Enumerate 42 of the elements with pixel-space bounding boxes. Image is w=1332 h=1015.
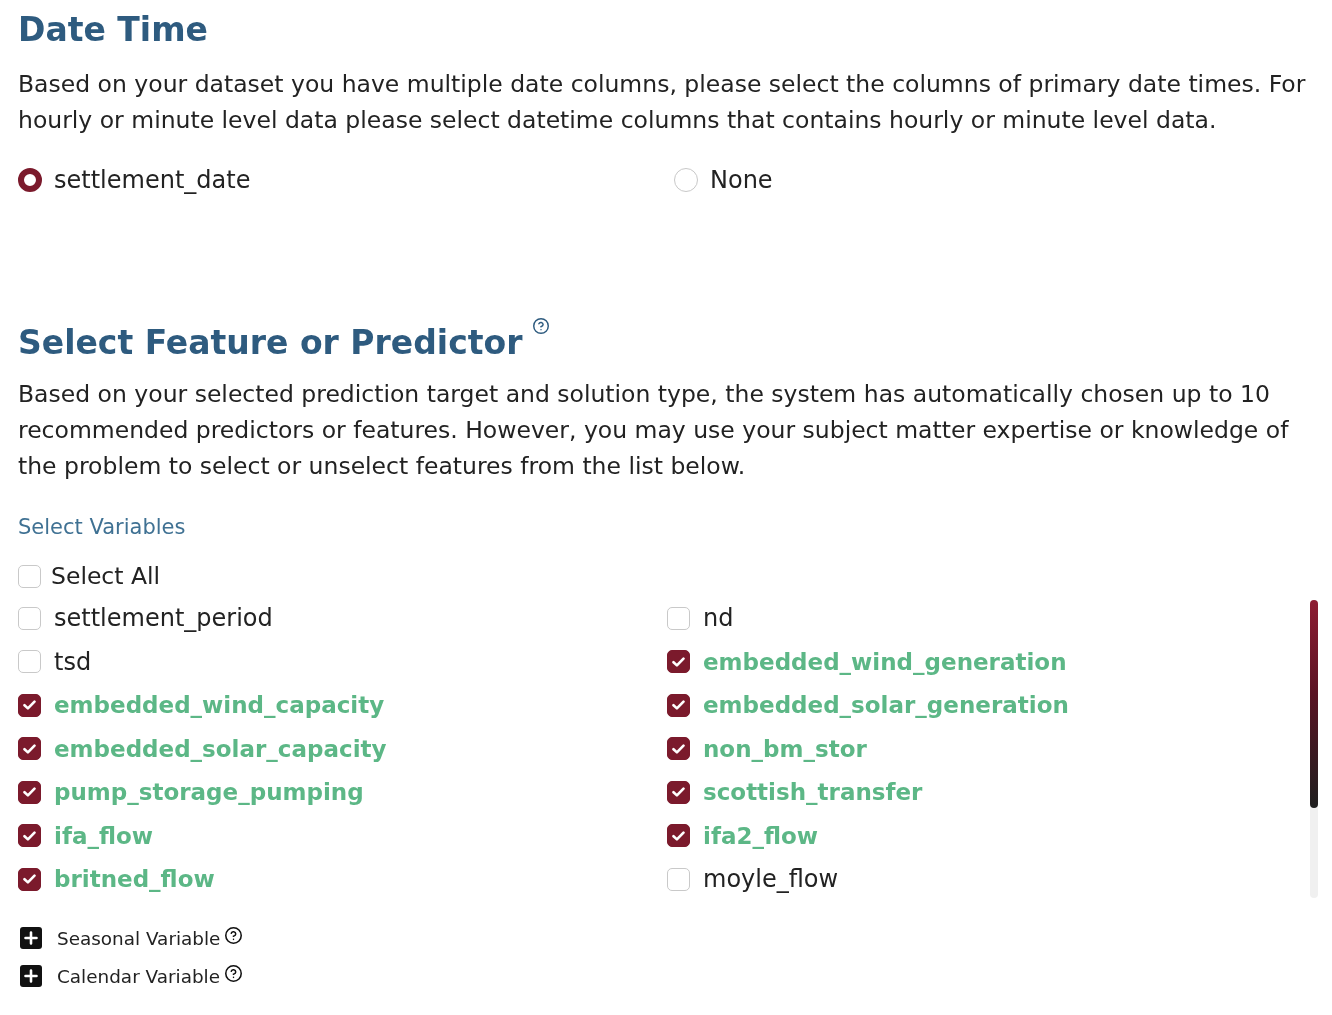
checkbox[interactable] xyxy=(667,650,690,673)
radio-button[interactable] xyxy=(18,168,42,192)
checkbox[interactable] xyxy=(18,867,41,891)
scrollbar-track[interactable] xyxy=(1310,600,1318,898)
tick-icon xyxy=(23,743,36,754)
tick-icon xyxy=(672,830,685,841)
section-title: Date Time xyxy=(18,9,208,51)
tick-icon xyxy=(672,700,685,710)
help-icon[interactable] xyxy=(225,964,242,982)
checkbox[interactable] xyxy=(18,737,41,760)
variable-label[interactable]: moyle_flow xyxy=(703,861,839,897)
option-label[interactable]: None xyxy=(710,162,773,198)
checkbox[interactable] xyxy=(18,693,41,717)
tick-icon xyxy=(23,874,36,884)
description-text: Based on your dataset you have multiple date columns, please select the columns of primary date times. For hourly or minute level data please select datetime columns that contains hourly or minute level data. xyxy=(18,69,1307,136)
section-title: Select Feature or Predictor xyxy=(18,322,523,364)
tick-icon xyxy=(23,830,36,841)
checkbox[interactable] xyxy=(667,780,690,804)
checkbox[interactable] xyxy=(667,824,690,847)
section-toggle[interactable]: Calendar Variable xyxy=(18,957,242,995)
tick-icon xyxy=(672,656,685,667)
help-icon[interactable] xyxy=(533,318,550,334)
subheading: Select Variables xyxy=(18,514,187,541)
tick-icon xyxy=(672,743,685,754)
tick-icon xyxy=(23,787,36,797)
description-text: Based on your selected prediction target and solution type, the system has automatically chosen up to 10 recommended predictors or features. However, you may use your subject matter expertise or knowledge of the problem to select or unselect features from the list below. xyxy=(18,379,1290,482)
variable-label[interactable]: nd xyxy=(703,600,734,636)
checkbox[interactable] xyxy=(667,737,690,760)
section-toggle[interactable]: Seasonal Variable xyxy=(18,919,243,957)
section-label[interactable]: Seasonal Variable xyxy=(57,927,221,949)
variable-label[interactable]: settlement_period xyxy=(54,600,273,636)
section-label[interactable]: Calendar Variable xyxy=(57,965,220,987)
scrollbar-thumb[interactable] xyxy=(1310,600,1318,808)
tick-icon xyxy=(672,787,685,797)
checkbox[interactable] xyxy=(18,824,41,847)
variable-label[interactable]: tsd xyxy=(54,643,92,680)
checkbox[interactable] xyxy=(667,693,690,717)
option-label[interactable]: settlement_date xyxy=(54,162,251,198)
tick-icon xyxy=(23,700,36,710)
help-icon[interactable] xyxy=(225,926,243,944)
checkbox-label[interactable]: Select All xyxy=(51,558,161,594)
checkbox[interactable] xyxy=(18,780,41,804)
